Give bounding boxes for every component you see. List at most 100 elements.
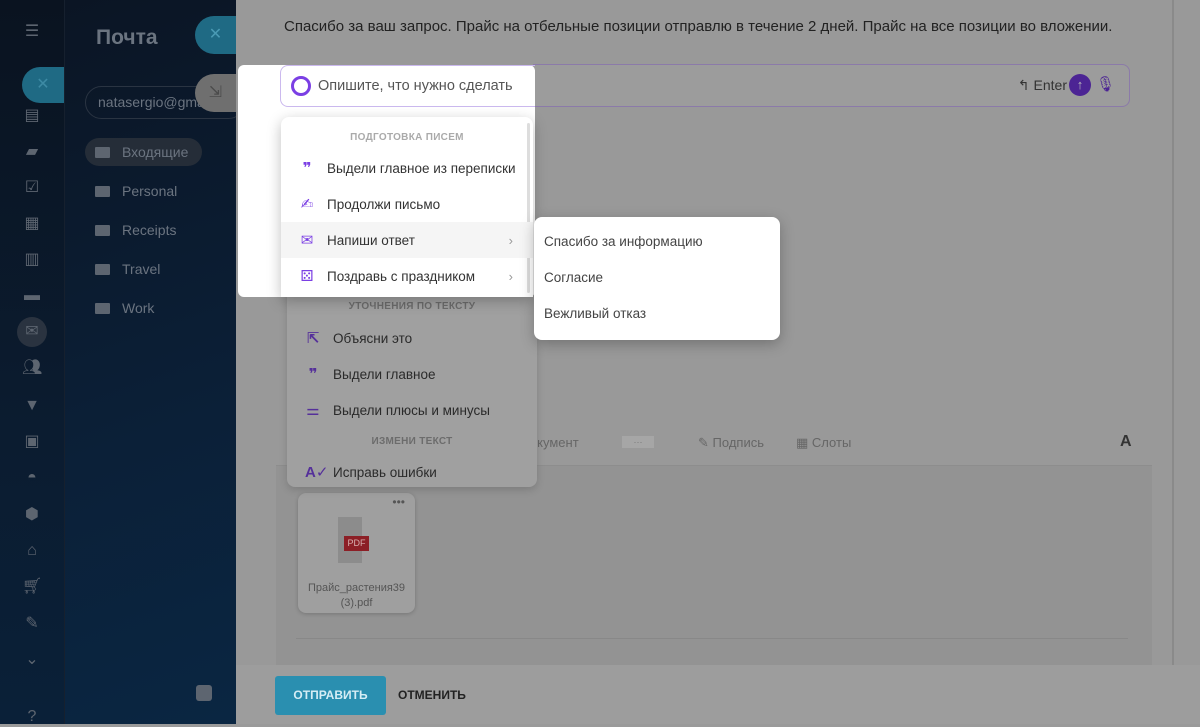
folder-icon: [95, 185, 110, 197]
folder-receipts[interactable]: Receipts: [95, 222, 176, 238]
browser-icon[interactable]: ▤: [22, 106, 42, 126]
help-icon[interactable]: ?: [22, 707, 42, 727]
folder-label: Work: [122, 300, 155, 316]
enter-label: Enter: [1033, 77, 1067, 93]
spellcheck-icon: A✓: [305, 464, 329, 481]
folder-icon: [95, 302, 110, 314]
signature-label: Подпись: [712, 435, 764, 450]
folder-label: Personal: [122, 183, 178, 199]
more-button[interactable]: ···: [622, 436, 654, 448]
drive-icon[interactable]: ▬: [22, 286, 42, 306]
menu-label: Выдели главное из переписки: [327, 160, 516, 176]
sliders-icon: ⚌: [306, 402, 320, 419]
attachment-menu-icon[interactable]: •••: [392, 495, 405, 509]
ai-menu-lower: УТОЧНЕНИЯ ПО ТЕКСТУ ⇱ Объясни это ❞ Выдели…: [287, 290, 537, 487]
enter-hint: ↰ Enter: [1017, 77, 1067, 93]
attachment-card[interactable]: ••• PDF Прайс_растения39 (3).pdf: [298, 493, 415, 613]
folder-personal[interactable]: Personal: [95, 183, 177, 199]
folder-label: Travel: [122, 261, 161, 277]
menu-label: Выдели главное: [333, 366, 436, 382]
menu-label: Исправь ошибки: [333, 464, 437, 480]
ai-input-placeholder: Опишите, что нужно сделать: [318, 78, 513, 94]
chevron-right-icon: ›: [508, 268, 513, 284]
section-header: ПОДГОТОВКА ПИСЕМ: [350, 132, 464, 143]
pdf-badge: PDF: [344, 536, 369, 551]
print-icon[interactable]: [196, 685, 212, 701]
menu-item-reply[interactable]: ✉ Напиши ответ ›: [281, 222, 533, 258]
mail-icon[interactable]: ✉: [17, 317, 47, 347]
close-icon[interactable]: ✕: [22, 67, 64, 103]
submenu-item-decline[interactable]: Вежливый отказ: [534, 295, 780, 331]
font-button[interactable]: A: [1120, 433, 1132, 451]
scrollbar[interactable]: [1172, 0, 1174, 724]
menu-item-explain[interactable]: ⇱ Объясни это: [287, 320, 537, 356]
menu-label: Объясни это: [333, 330, 413, 346]
calendar-icon: ▦: [796, 435, 809, 450]
send-button[interactable]: ОТПРАВИТЬ: [275, 676, 386, 715]
signature-icon[interactable]: ✎: [22, 614, 42, 634]
contacts-icon[interactable]: 👥︎: [22, 358, 42, 378]
icon-rail: ☰ ✕ ▤ ▰ ☑ ▦ ▥ ▬ ✉ 👥︎ ▼ ▣ ◓ ⬢ ⌂ 🛒︎ ✎ ⌄ ?: [0, 0, 64, 727]
ai-input-rest[interactable]: ↰ Enter ↑ 🎙︎: [533, 64, 1130, 107]
app-title: Почта: [96, 26, 158, 49]
pen-icon: ✎: [698, 435, 709, 450]
menu-item-continue[interactable]: ✍︎ Продолжи письмо: [281, 186, 533, 222]
calendar-icon[interactable]: ▦: [22, 214, 42, 234]
gift-icon: ⚄: [300, 268, 314, 285]
robot-icon[interactable]: ◓: [22, 468, 42, 488]
folder-travel[interactable]: Travel: [95, 261, 160, 277]
slots-label: Слоты: [811, 435, 852, 450]
id-card-icon[interactable]: ▣: [22, 432, 42, 452]
warehouse-icon[interactable]: ⌂: [22, 541, 42, 561]
menu-label: Продолжи письмо: [327, 196, 441, 212]
folder-label: Входящие: [122, 144, 189, 160]
signature-icon: ✍︎: [300, 196, 314, 213]
submenu-item-agree[interactable]: Согласие: [534, 259, 780, 295]
menu-item-pros-cons[interactable]: ⚌ Выдели плюсы и минусы: [287, 392, 537, 428]
menu-item-fix-errors[interactable]: A✓ Исправь ошибки: [287, 454, 537, 490]
quote-icon: ❞: [308, 366, 318, 383]
cancel-button[interactable]: ОТМЕНИТЬ: [398, 688, 466, 702]
section-header: УТОЧНЕНИЯ ПО ТЕКСТУ: [348, 301, 476, 312]
signature-button[interactable]: ✎ Подпись: [698, 435, 764, 451]
document-icon[interactable]: ▥: [22, 250, 42, 270]
menu-label: Напиши ответ: [327, 232, 415, 248]
ai-menu: ПОДГОТОВКА ПИСЕМ ❞ Выдели главное из пере…: [281, 117, 533, 297]
submenu-item-thanks[interactable]: Спасибо за информацию: [534, 223, 780, 259]
close-compose-button[interactable]: ✕: [195, 16, 236, 54]
menu-icon[interactable]: ☰: [22, 22, 42, 42]
tasks-icon[interactable]: ☑: [22, 178, 42, 198]
divider: [296, 638, 1128, 639]
folder-label: Receipts: [122, 222, 177, 238]
filter-icon[interactable]: ▼: [22, 396, 42, 416]
folder-work[interactable]: Work: [95, 300, 154, 316]
spotlight-region: Опишите, что нужно сделать ПОДГОТОВКА ПИ…: [238, 65, 535, 297]
ai-prompt-input[interactable]: Опишите, что нужно сделать: [280, 65, 535, 107]
more-icon[interactable]: ⌄: [22, 650, 42, 670]
box-icon[interactable]: ⬢: [22, 505, 42, 525]
chat-icon[interactable]: ▰: [22, 142, 42, 162]
folder-icon: [95, 224, 110, 236]
attachment-name: Прайс_растения39 (3).pdf: [307, 582, 406, 609]
send-prompt-button[interactable]: ↑: [1069, 74, 1091, 96]
section-header: ИЗМЕНИ ТЕКСТ: [371, 436, 453, 447]
email-body-text[interactable]: Спасибо за ваш запрос. Прайс на отбельны…: [284, 18, 1112, 35]
menu-label: Поздравь с праздником: [327, 268, 476, 284]
minimize-button[interactable]: ⇲: [195, 74, 236, 112]
slots-button[interactable]: ▦ Слоты: [796, 435, 851, 451]
menu-item-summarize[interactable]: ❞ Выдели главное: [287, 356, 537, 392]
menu-label: Выдели плюсы и минусы: [333, 402, 490, 418]
reply-submenu: Спасибо за информацию Согласие Вежливый …: [534, 217, 780, 340]
microphone-icon[interactable]: 🎙︎: [1096, 75, 1115, 93]
mail-reply-icon: ✉: [300, 232, 314, 249]
quote-icon: ❞: [302, 160, 312, 177]
cart-icon[interactable]: 🛒︎: [22, 577, 42, 597]
chevron-right-icon: ›: [508, 232, 513, 248]
menu-item-summarize-thread[interactable]: ❞ Выдели главное из переписки: [281, 150, 533, 186]
folder-inbox[interactable]: Входящие: [95, 144, 188, 160]
mail-icon: [95, 146, 110, 158]
folder-icon: [95, 263, 110, 275]
menu-item-congratulate[interactable]: ⚄ Поздравь с праздником ›: [281, 258, 533, 294]
ai-assistant-icon: [291, 76, 311, 96]
cursor-click-icon: ⇱: [306, 330, 320, 347]
